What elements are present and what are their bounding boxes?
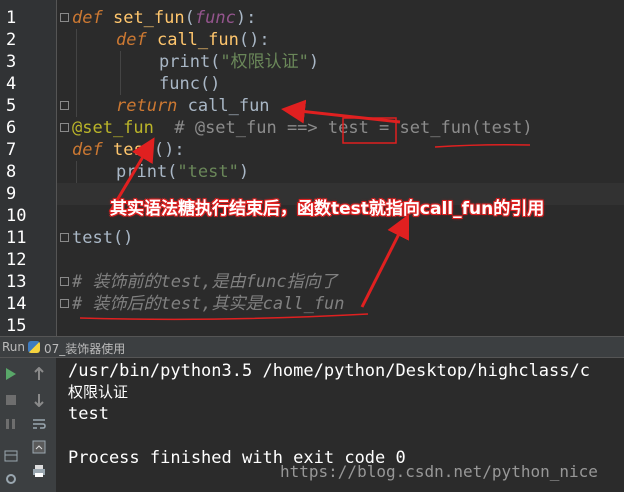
line-number: 4 — [6, 74, 17, 94]
line-number: 14 — [6, 294, 27, 314]
function-name: test — [112, 140, 154, 160]
line-number: 8 — [6, 162, 17, 182]
line-number: 6 — [6, 118, 17, 138]
line-number: 7 — [6, 140, 17, 160]
identifier: call_fun — [177, 96, 270, 116]
arrow-down-icon — [34, 394, 44, 407]
run-label: Run — [2, 340, 26, 354]
console-line: test — [68, 404, 109, 424]
fold-marker-icon[interactable] — [60, 101, 69, 110]
settings-button[interactable] — [2, 470, 20, 488]
indent-guide — [76, 29, 77, 117]
code-line-2: def call_fun(): — [116, 29, 270, 51]
code-line-1: def set_fun(func): — [72, 7, 256, 29]
stop-icon — [6, 395, 16, 405]
code-line-6: @set_fun # @set_fun ==> test = set_fun(t… — [72, 117, 533, 139]
console-line: /usr/bin/python3.5 /home/python/Desktop/… — [68, 361, 590, 381]
string: "test" — [177, 162, 239, 182]
line-number: 2 — [6, 30, 17, 50]
line-number: 3 — [6, 52, 17, 72]
stop-button[interactable] — [2, 391, 20, 409]
line-number: 5 — [6, 96, 17, 116]
punct: ( — [184, 8, 195, 28]
pause-icon — [6, 419, 15, 429]
fold-marker-icon[interactable] — [60, 233, 69, 242]
scroll-down-button[interactable] — [30, 391, 48, 409]
arrow-up-icon — [34, 367, 44, 380]
console-line: 权限认证 — [68, 383, 129, 401]
layout-icon — [4, 450, 18, 462]
pause-button[interactable] — [2, 415, 20, 433]
print-button[interactable] — [30, 462, 48, 480]
code-line-13: # 装饰前的test,是由func指向了 — [72, 272, 338, 292]
python-file-icon — [28, 341, 40, 353]
keyword: def — [72, 8, 103, 28]
wrap-icon — [33, 419, 46, 429]
run-button[interactable] — [2, 365, 20, 383]
line-number-gutter: 1 2 3 4 5 6 7 8 9 10 11 12 13 14 15 — [0, 0, 57, 336]
code-line-3: print("权限认证") — [159, 51, 319, 73]
line-number: 1 — [6, 8, 17, 28]
punct: (): — [153, 140, 185, 160]
scroll-up-button[interactable] — [30, 365, 48, 383]
code-line-7: def test(): — [72, 139, 185, 161]
print-icon — [33, 465, 45, 477]
keyword: def — [116, 30, 147, 50]
line-number: 11 — [6, 228, 27, 248]
fold-marker-icon[interactable] — [60, 13, 69, 22]
code-line-8: print("test") — [116, 161, 249, 183]
line-number: 10 — [6, 206, 27, 226]
parameter: func — [194, 8, 236, 28]
fold-marker-icon[interactable] — [60, 123, 69, 132]
code-editor[interactable]: 1 2 3 4 5 6 7 8 9 10 11 12 13 14 15 def … — [0, 0, 624, 336]
scroll-to-end-button[interactable] — [30, 438, 48, 456]
line-number: 12 — [6, 250, 27, 270]
code-line-14: # 装饰后的test,其实是call_fun — [72, 294, 345, 314]
function-name: set_fun — [112, 8, 185, 28]
indent-guide — [76, 161, 77, 183]
watermark: https://blog.csdn.net/python_nice — [280, 462, 598, 481]
play-icon — [6, 368, 16, 380]
fold-marker-icon[interactable] — [60, 299, 69, 308]
keyword: return — [116, 96, 178, 116]
line-number: 9 — [6, 184, 17, 204]
layout-button[interactable] — [2, 447, 20, 465]
comment: # @set_fun ==> test = set_fun(test) — [153, 118, 533, 138]
indent-guide — [120, 51, 121, 95]
function-name: call_fun — [156, 30, 239, 50]
code-line-5: return call_fun — [116, 95, 270, 117]
punct: ) — [238, 162, 250, 182]
call: print( — [116, 162, 178, 182]
string: "权限认证" — [220, 52, 309, 72]
console-icon — [32, 440, 46, 454]
punct: ): — [235, 8, 257, 28]
line-number: 13 — [6, 272, 27, 292]
run-toolbar — [0, 358, 57, 492]
decorator: @set_fun — [72, 118, 154, 138]
annotation-label: 其实语法糖执行结束后，函数test就指向call_fun的引用 — [110, 199, 545, 219]
code-line-11: test() — [72, 228, 134, 248]
fold-marker-icon[interactable] — [60, 277, 69, 286]
code-line-4: func() — [159, 74, 221, 94]
gear-icon — [6, 474, 16, 484]
punct: ) — [308, 52, 320, 72]
punct: (): — [238, 30, 270, 50]
run-tool-window-header: Run 07_装饰器使用 — [0, 336, 624, 358]
line-number: 15 — [6, 316, 27, 336]
run-config-title[interactable]: 07_装饰器使用 — [44, 340, 125, 357]
keyword: def — [72, 140, 103, 160]
soft-wrap-button[interactable] — [30, 415, 48, 433]
call: print( — [159, 52, 221, 72]
